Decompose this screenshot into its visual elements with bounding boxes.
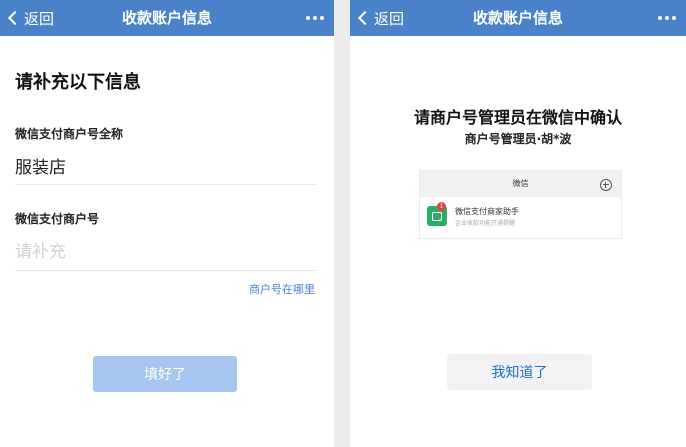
navbar: 返回 收款账户信息 [350,0,686,36]
submit-button[interactable]: 填好了 [93,356,237,392]
card-header: 微信 [420,171,621,197]
right-screen: 返回 收款账户信息 请商户号管理员在微信中确认 商户号管理员·胡*波 微信 1 … [350,0,686,447]
divider [15,184,316,185]
more-dots-icon [313,16,317,20]
merchant-id-input[interactable] [13,238,317,266]
back-label: 返回 [374,9,405,28]
chevron-left-icon [7,10,23,26]
more-dots-icon [658,16,662,20]
app-name: 微信支付商家助手 [455,207,519,216]
divider [15,270,316,271]
app-subtitle: 企业收款功能开通提醒 [455,220,516,227]
merchant-id-label: 微信支付商户号 [15,212,100,226]
more-button[interactable] [306,0,324,36]
back-label: 返回 [24,9,55,28]
confirm-title: 请商户号管理员在微信中确认 [413,108,622,127]
merchant-fullname-label: 微信支付商户号全称 [15,127,124,141]
merchant-fullname-value[interactable]: 服装店 [15,153,66,178]
plus-circle-icon [600,179,612,191]
chevron-left-icon [357,10,373,26]
more-dots-icon [665,16,669,20]
back-button[interactable]: 返回 [356,0,404,36]
card-title: 微信 [512,179,529,188]
unread-badge: 1 [437,202,446,211]
left-screen: 返回 收款账户信息 请补充以下信息 微信支付商户号全称 服装店 微信支付商户号 … [0,0,334,447]
more-dots-icon [672,16,676,20]
section-heading: 请补充以下信息 [15,72,141,93]
more-dots-icon [306,16,310,20]
more-button[interactable] [658,0,676,36]
acknowledge-button[interactable]: 我知道了 [447,354,592,390]
admin-name: 商户号管理员·胡*波 [464,132,572,146]
more-dots-icon [320,16,324,20]
navbar: 返回 收款账户信息 [0,0,334,36]
where-is-merchant-id-link[interactable]: 商户号在哪里 [249,281,315,297]
wechat-preview-card: 微信 1 微信支付商家助手 企业收款功能开通提醒 [419,170,622,239]
back-button[interactable]: 返回 [6,0,54,36]
